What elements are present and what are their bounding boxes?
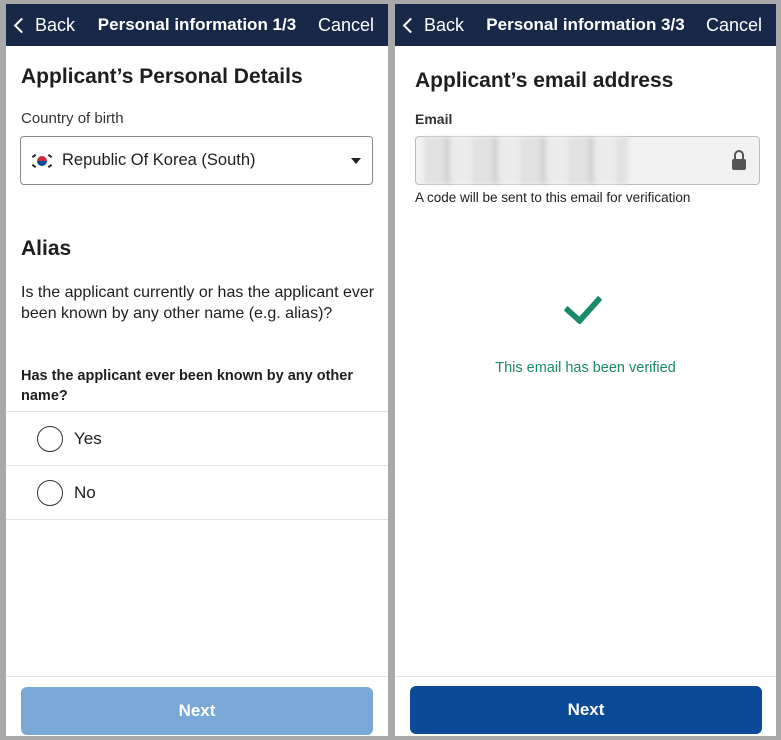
footer: Next: [6, 676, 388, 736]
country-of-birth-select[interactable]: Republic Of Korea (South): [20, 136, 373, 185]
radio-option-no[interactable]: No: [6, 466, 388, 519]
screen-email-address: Back Personal information 3/3 Cancel App…: [395, 4, 776, 736]
redacted-email-value: [424, 137, 628, 184]
radio-option-yes[interactable]: Yes: [6, 412, 388, 465]
alias-heading: Alias: [21, 237, 72, 260]
page-title: Applicant’s Personal Details: [21, 65, 303, 88]
country-value: Republic Of Korea (South): [62, 151, 256, 169]
divider: [6, 519, 388, 520]
screen-personal-details: Back Personal information 1/3 Cancel App…: [6, 4, 388, 736]
south-korea-flag-icon: [31, 152, 53, 170]
radio-label-yes: Yes: [74, 429, 102, 448]
radio-button[interactable]: [37, 480, 63, 506]
caret-down-icon: [351, 158, 361, 164]
alias-question: Has the applicant ever been known by any…: [21, 368, 353, 404]
radio-label-no: No: [74, 483, 96, 502]
navigation-bar: Back Personal information 1/3 Cancel: [6, 4, 388, 46]
next-button[interactable]: Next: [21, 687, 373, 735]
footer: Next: [395, 676, 776, 736]
cancel-button[interactable]: Cancel: [318, 4, 374, 46]
country-of-birth-label: Country of birth: [21, 110, 124, 127]
navigation-bar: Back Personal information 3/3 Cancel: [395, 4, 776, 46]
email-hint: A code will be sent to this email for ve…: [415, 190, 691, 205]
next-button[interactable]: Next: [410, 686, 762, 734]
radio-button[interactable]: [37, 426, 63, 452]
page-title: Applicant’s email address: [415, 69, 674, 92]
cancel-button[interactable]: Cancel: [706, 4, 762, 46]
alias-description: Is the applicant currently or has the ap…: [21, 284, 375, 322]
verified-message: This email has been verified: [495, 360, 676, 376]
checkmark-icon: [563, 285, 603, 325]
email-label: Email: [415, 111, 453, 127]
lock-icon-body: [732, 159, 746, 170]
email-field: [415, 136, 760, 185]
